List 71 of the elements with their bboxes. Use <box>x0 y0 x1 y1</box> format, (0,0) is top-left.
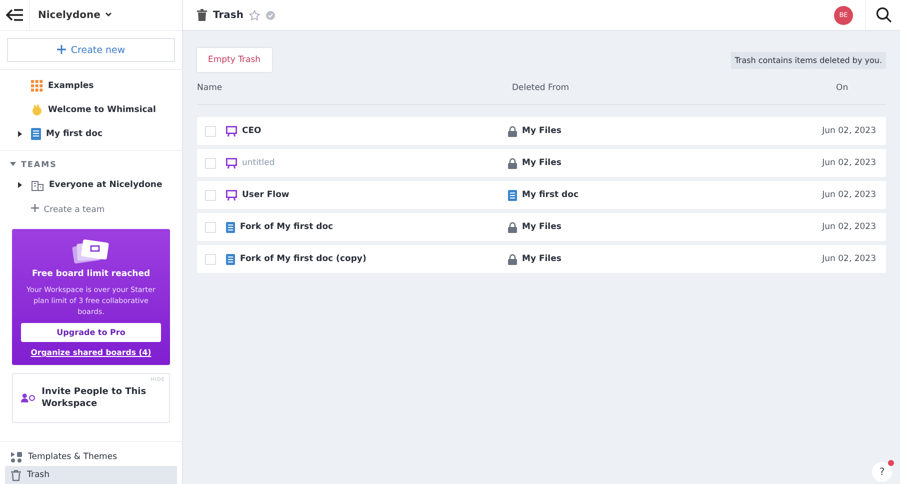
deleted-date: Jun 02, 2023 <box>820 222 876 232</box>
source-location: My Files <box>522 254 562 264</box>
empty-trash-button[interactable]: Empty Trash <box>197 48 272 72</box>
trash-icon <box>11 470 21 480</box>
lock-icon <box>508 158 517 168</box>
sidebar-item[interactable]: Examples <box>48 81 94 91</box>
checkbox[interactable] <box>205 158 216 168</box>
expand-caret-icon[interactable] <box>18 182 22 188</box>
expand-caret-icon[interactable] <box>18 131 22 137</box>
lock-icon <box>508 126 517 136</box>
boards-stack-icon <box>71 239 111 265</box>
document-icon <box>508 190 517 200</box>
add-person-icon <box>21 391 36 405</box>
deleted-date: Jun 02, 2023 <box>820 158 876 168</box>
column-header: On <box>836 83 850 93</box>
create-new-button[interactable]: Create new <box>7 38 175 62</box>
star-icon[interactable] <box>249 10 260 20</box>
sidebar-item[interactable]: My first doc <box>46 129 102 139</box>
create-team-link[interactable]: Create a team <box>31 204 105 214</box>
lock-icon <box>508 254 517 264</box>
plus-icon <box>56 44 66 54</box>
source-location: My Files <box>522 222 562 232</box>
page-title: Trash <box>213 10 244 20</box>
checkbox[interactable] <box>205 222 216 232</box>
invite-text[interactable]: Invite People to This Workspace <box>42 386 161 410</box>
source-location: My Files <box>522 158 562 168</box>
promo-title: Free board limit reached <box>32 269 150 279</box>
document-icon <box>226 254 235 264</box>
deleted-date: Jun 02, 2023 <box>820 190 876 200</box>
file-name: Fork of My first doc (copy) <box>240 254 366 264</box>
table-row[interactable]: User Flow My first doc Jun 02, 2023 <box>197 181 886 209</box>
trash-icon <box>197 9 207 21</box>
chevron-down-icon <box>104 12 112 16</box>
source-location: My first doc <box>522 190 578 200</box>
board-icon <box>226 126 237 136</box>
templates-icon <box>11 452 22 462</box>
column-header: Deleted From <box>512 83 570 93</box>
checkbox[interactable] <box>205 254 216 264</box>
sidebar-nav-item[interactable]: Trash <box>5 466 177 484</box>
board-icon <box>226 158 237 168</box>
grid-icon <box>31 80 43 92</box>
search-icon[interactable] <box>876 7 892 23</box>
table-row[interactable]: CEO My Files Jun 02, 2023 <box>197 117 886 145</box>
file-name: CEO <box>242 126 262 136</box>
sidebar-item[interactable]: Welcome to Whimsical <box>48 105 156 115</box>
lock-icon <box>508 222 517 232</box>
document-icon <box>226 222 235 232</box>
checkbox[interactable] <box>205 190 216 200</box>
table-row[interactable]: Fork of My first doc (copy) My Files Jun 02, 2023 <box>197 245 886 273</box>
section-title[interactable]: TEAMS <box>21 160 57 168</box>
file-name: Fork of My first doc <box>240 222 334 232</box>
building-icon <box>31 179 44 191</box>
file-name: untitled <box>242 158 275 168</box>
deleted-date: Jun 02, 2023 <box>820 254 876 264</box>
board-icon <box>226 190 237 200</box>
document-icon <box>31 128 41 140</box>
workspace-menu[interactable]: Nicelydone <box>38 10 112 20</box>
column-header: Name <box>197 83 224 93</box>
sidebar-nav-item[interactable]: Templates & Themes <box>5 448 177 466</box>
deleted-date: Jun 02, 2023 <box>820 126 876 136</box>
table-row[interactable]: Fork of My first doc My Files Jun 02, 2023 <box>197 213 886 241</box>
check-circle-icon[interactable] <box>266 10 276 20</box>
help-button[interactable]: ? <box>872 462 892 482</box>
team-item[interactable]: Everyone at Nicelydone <box>49 180 162 190</box>
info-note: Trash contains items deleted by you. <box>730 52 886 68</box>
table-row[interactable]: untitled My Files Jun 02, 2023 <box>197 149 886 177</box>
plus-icon <box>31 204 39 212</box>
source-location: My Files <box>522 126 562 136</box>
checkbox[interactable] <box>205 126 216 136</box>
upgrade-button[interactable]: Upgrade to Pro <box>21 323 161 342</box>
file-name: User Flow <box>242 190 290 200</box>
